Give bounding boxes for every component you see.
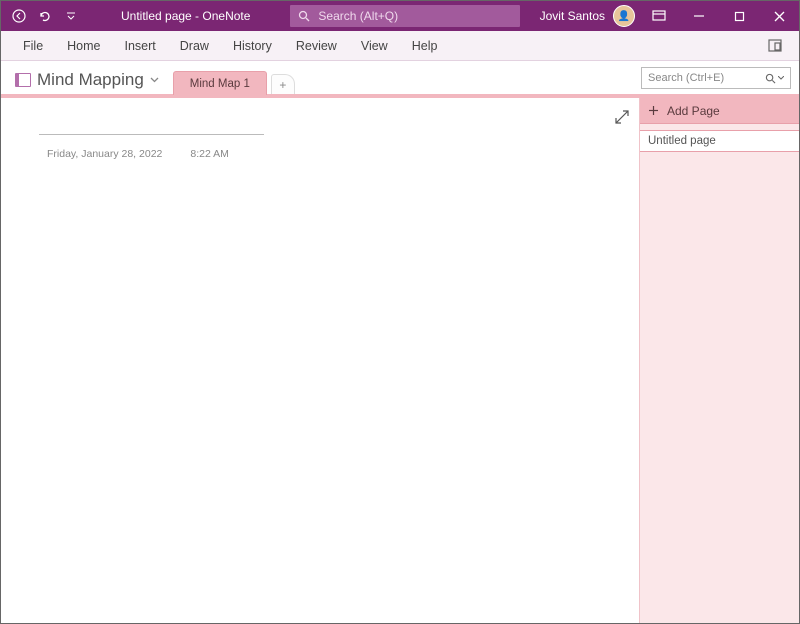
add-page-button[interactable]: Add Page [640,98,799,124]
pages-panel: Add Page Untitled page [639,98,799,623]
close-button[interactable] [759,1,799,31]
menu-history[interactable]: History [221,31,284,61]
dock-window-button[interactable] [761,32,789,60]
page-search[interactable]: Search (Ctrl+E) [641,67,791,89]
section-tabs: Mind Map 1 + [173,61,295,94]
menu-view[interactable]: View [349,31,400,61]
search-icon [765,73,784,84]
quick-access-dropdown[interactable] [61,6,81,26]
undo-button[interactable] [35,6,55,26]
add-page-label: Add Page [667,104,720,118]
page-search-placeholder: Search (Ctrl+E) [648,72,724,84]
global-search-placeholder: Search (Alt+Q) [318,9,398,23]
menu-file[interactable]: File [11,31,55,61]
menu-home[interactable]: Home [55,31,112,61]
notebook-header: Mind Mapping Mind Map 1 + Search (Ctrl+E… [1,61,799,94]
notebook-selector[interactable]: Mind Mapping [1,70,169,94]
section-tab[interactable]: Mind Map 1 [173,71,267,95]
global-search[interactable]: Search (Alt+Q) [290,5,520,27]
maximize-button[interactable] [719,1,759,31]
section-color-band [1,94,799,98]
user-account[interactable]: Jovit Santos 👤 [540,5,639,27]
page-timestamp: Friday, January 28, 2022 8:22 AM [47,148,229,160]
add-section-button[interactable]: + [271,74,295,94]
page-title-input[interactable] [39,134,264,135]
notebook-name: Mind Mapping [37,70,144,90]
chevron-down-icon [150,77,159,83]
menu-draw[interactable]: Draw [168,31,221,61]
title-bar-left [1,6,81,26]
fullscreen-toggle[interactable] [615,110,629,124]
notebook-icon [15,73,31,87]
window-title: Untitled page - OneNote [121,9,250,23]
minimize-button[interactable] [679,1,719,31]
page-list-item[interactable]: Untitled page [640,130,799,152]
window-controls [639,1,799,31]
plus-icon [648,105,659,116]
main-area: Friday, January 28, 2022 8:22 AM Add Pag… [1,98,799,623]
menu-help[interactable]: Help [400,31,450,61]
search-icon [298,10,310,22]
avatar: 👤 [613,5,635,27]
page-time-label: 8:22 AM [190,148,229,160]
menu-insert[interactable]: Insert [113,31,168,61]
ribbon-menu: File Home Insert Draw History Review Vie… [1,31,799,61]
ribbon-display-options[interactable] [639,1,679,31]
back-button[interactable] [9,6,29,26]
page-date-label: Friday, January 28, 2022 [47,148,162,160]
title-bar: Untitled page - OneNote Search (Alt+Q) J… [1,1,799,31]
user-name-label: Jovit Santos [540,9,605,23]
page-canvas[interactable]: Friday, January 28, 2022 8:22 AM [1,98,639,623]
menu-review[interactable]: Review [284,31,349,61]
